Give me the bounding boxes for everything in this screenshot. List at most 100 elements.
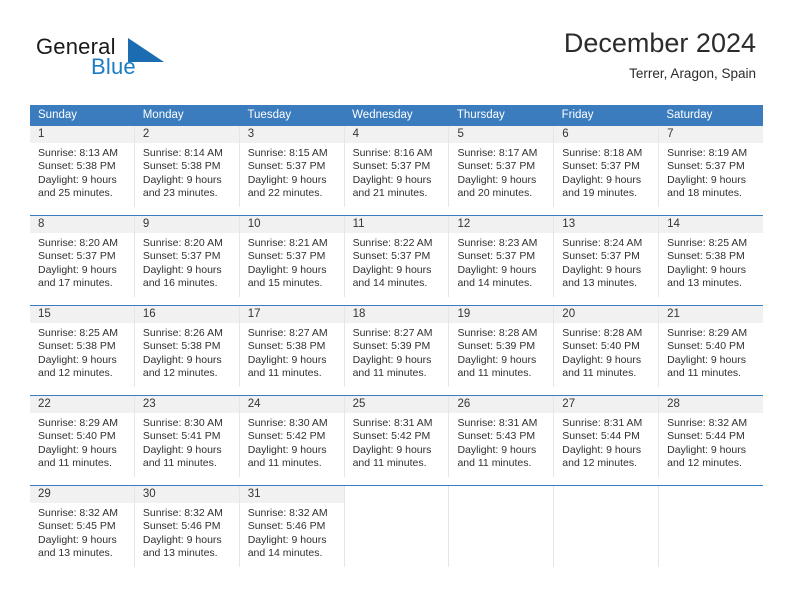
daylight-text-line1: Daylight: 9 hours xyxy=(352,173,432,186)
sunset-text: Sunset: 5:39 PM xyxy=(352,340,431,353)
daylight-text-line2: and 11 minutes. xyxy=(142,457,217,470)
day-number-band xyxy=(449,486,553,503)
day-detail-body xyxy=(345,503,449,507)
daylight-text-line1: Daylight: 9 hours xyxy=(38,533,117,546)
calendar-day-cell[interactable]: 1 Sunrise: 8:13 AM Sunset: 5:38 PM Daylight… xyxy=(30,126,135,207)
daylight-text-line2: and 11 minutes. xyxy=(457,457,532,470)
calendar-day-cell[interactable]: 16 Sunrise: 8:26 AM Sunset: 5:38 PM Dayligh… xyxy=(134,306,240,387)
calendar-day-cell[interactable]: 2 Sunrise: 8:14 AM Sunset: 5:38 PM Daylight… xyxy=(134,126,240,207)
calendar-day-cell[interactable]: 6 Sunrise: 8:18 AM Sunset: 5:37 PM Daylight… xyxy=(554,126,660,207)
calendar-day-cell[interactable]: 8 Sunrise: 8:20 AM Sunset: 5:37 PM Daylight… xyxy=(30,216,135,297)
calendar-day-cell[interactable]: 29 Sunrise: 8:32 AM Sunset: 5:45 PM Dayligh… xyxy=(30,486,135,567)
daylight-text-line2: and 23 minutes. xyxy=(142,187,218,200)
calendar-day-cell[interactable]: 9 Sunrise: 8:20 AM Sunset: 5:37 PM Daylight… xyxy=(134,216,240,297)
day-number: 30 xyxy=(142,488,156,500)
daylight-text-line1: Daylight: 9 hours xyxy=(247,173,327,186)
sunrise-text: Sunrise: 8:27 AM xyxy=(352,327,433,339)
calendar-day-cell[interactable]: 18 Sunrise: 8:27 AM Sunset: 5:39 PM Dayligh… xyxy=(344,306,450,387)
daylight-text-line2: and 13 minutes. xyxy=(562,277,638,290)
day-detail-body: Sunrise: 8:32 AM Sunset: 5:46 PM Daylight:… xyxy=(135,503,239,561)
sunrise-text: Sunrise: 8:31 AM xyxy=(457,417,538,429)
sunset-text: Sunset: 5:38 PM xyxy=(38,160,116,173)
day-number: 25 xyxy=(352,398,366,410)
page-title: December 2024 xyxy=(563,28,756,58)
day-number: 19 xyxy=(457,308,471,320)
calendar-day-cell[interactable]: 14 Sunrise: 8:25 AM Sunset: 5:38 PM Dayligh… xyxy=(659,216,764,297)
calendar-day-cell[interactable]: 5 Sunrise: 8:17 AM Sunset: 5:37 PM Daylight… xyxy=(449,126,555,207)
calendar-day-cell-empty xyxy=(554,486,660,567)
day-detail-body: Sunrise: 8:30 AM Sunset: 5:41 PM Daylight:… xyxy=(135,413,239,471)
sunrise-text: Sunrise: 8:16 AM xyxy=(352,147,433,159)
calendar-day-cell[interactable]: 25 Sunrise: 8:31 AM Sunset: 5:42 PM Dayligh… xyxy=(344,396,450,477)
day-number: 7 xyxy=(667,128,674,140)
day-detail-body: Sunrise: 8:28 AM Sunset: 5:39 PM Daylight:… xyxy=(449,323,553,381)
sunset-text: Sunset: 5:44 PM xyxy=(562,430,640,443)
day-number: 5 xyxy=(457,128,464,140)
day-number: 12 xyxy=(457,218,471,230)
calendar-weeks: 1 Sunrise: 8:13 AM Sunset: 5:38 PM Daylight… xyxy=(30,126,764,567)
calendar-day-cell[interactable]: 22 Sunrise: 8:29 AM Sunset: 5:40 PM Dayligh… xyxy=(30,396,135,477)
calendar-day-cell[interactable]: 12 Sunrise: 8:23 AM Sunset: 5:37 PM Dayligh… xyxy=(449,216,555,297)
sunset-text: Sunset: 5:37 PM xyxy=(352,250,431,263)
sunrise-text: Sunrise: 8:31 AM xyxy=(562,417,643,429)
calendar-day-cell[interactable]: 24 Sunrise: 8:30 AM Sunset: 5:42 PM Dayligh… xyxy=(239,396,345,477)
calendar-day-cell[interactable]: 17 Sunrise: 8:27 AM Sunset: 5:38 PM Dayligh… xyxy=(239,306,345,387)
day-number: 20 xyxy=(562,308,576,320)
calendar-day-cell[interactable]: 21 Sunrise: 8:29 AM Sunset: 5:40 PM Dayligh… xyxy=(659,306,764,387)
calendar-day-cell[interactable]: 19 Sunrise: 8:28 AM Sunset: 5:39 PM Dayligh… xyxy=(449,306,555,387)
calendar-day-cell[interactable]: 30 Sunrise: 8:32 AM Sunset: 5:46 PM Dayligh… xyxy=(134,486,240,567)
daylight-text-line1: Daylight: 9 hours xyxy=(247,533,327,546)
sunset-text: Sunset: 5:40 PM xyxy=(562,340,640,353)
calendar-day-cell[interactable]: 20 Sunrise: 8:28 AM Sunset: 5:40 PM Dayligh… xyxy=(554,306,660,387)
daylight-text-line2: and 12 minutes. xyxy=(142,367,218,380)
calendar-day-cell[interactable]: 15 Sunrise: 8:25 AM Sunset: 5:38 PM Dayligh… xyxy=(30,306,135,387)
day-number: 13 xyxy=(562,218,576,230)
day-detail-body: Sunrise: 8:29 AM Sunset: 5:40 PM Daylight:… xyxy=(659,323,763,381)
day-number-band: 12 xyxy=(449,216,554,233)
sunset-text: Sunset: 5:46 PM xyxy=(142,520,221,533)
day-detail-body xyxy=(449,503,553,507)
daylight-text-line2: and 12 minutes. xyxy=(38,367,113,380)
daylight-text-line2: and 18 minutes. xyxy=(667,187,742,200)
sunrise-text: Sunrise: 8:32 AM xyxy=(667,417,748,429)
day-number: 31 xyxy=(247,488,261,500)
day-number: 21 xyxy=(667,308,680,320)
daylight-text-line2: and 12 minutes. xyxy=(562,457,638,470)
calendar-day-cell[interactable]: 13 Sunrise: 8:24 AM Sunset: 5:37 PM Dayligh… xyxy=(554,216,660,297)
calendar-day-cell-empty xyxy=(449,486,555,567)
calendar-day-cell[interactable]: 23 Sunrise: 8:30 AM Sunset: 5:41 PM Dayligh… xyxy=(134,396,240,477)
day-detail-body: Sunrise: 8:19 AM Sunset: 5:37 PM Daylight:… xyxy=(659,143,763,201)
calendar-day-cell[interactable]: 26 Sunrise: 8:31 AM Sunset: 5:43 PM Dayligh… xyxy=(449,396,555,477)
daylight-text-line2: and 20 minutes. xyxy=(457,187,533,200)
daylight-text-line2: and 13 minutes. xyxy=(38,547,113,560)
general-blue-logo[interactable]: General Blue xyxy=(36,34,236,86)
calendar-day-cell[interactable]: 31 Sunrise: 8:32 AM Sunset: 5:46 PM Dayligh… xyxy=(239,486,345,567)
daylight-text-line2: and 21 minutes. xyxy=(352,187,428,200)
calendar-day-cell-empty xyxy=(345,486,450,567)
calendar-day-cell[interactable]: 3 Sunrise: 8:15 AM Sunset: 5:37 PM Daylight… xyxy=(239,126,345,207)
sunrise-text: Sunrise: 8:32 AM xyxy=(247,507,328,519)
sunrise-text: Sunrise: 8:24 AM xyxy=(562,237,643,249)
calendar-day-cell[interactable]: 7 Sunrise: 8:19 AM Sunset: 5:37 PM Daylight… xyxy=(659,126,764,207)
daylight-text-line2: and 11 minutes. xyxy=(352,457,427,470)
sunrise-text: Sunrise: 8:21 AM xyxy=(247,237,328,249)
day-detail-body: Sunrise: 8:25 AM Sunset: 5:38 PM Daylight:… xyxy=(30,323,134,381)
day-detail-body: Sunrise: 8:29 AM Sunset: 5:40 PM Daylight:… xyxy=(30,413,134,471)
calendar-week-row: 22 Sunrise: 8:29 AM Sunset: 5:40 PM Dayligh… xyxy=(30,395,764,477)
calendar-day-cell[interactable]: 11 Sunrise: 8:22 AM Sunset: 5:37 PM Dayligh… xyxy=(344,216,450,297)
day-number: 22 xyxy=(38,398,51,410)
day-number-band: 18 xyxy=(344,306,449,323)
calendar-day-cell[interactable]: 10 Sunrise: 8:21 AM Sunset: 5:37 PM Dayligh… xyxy=(239,216,345,297)
day-detail-body: Sunrise: 8:21 AM Sunset: 5:37 PM Daylight:… xyxy=(240,233,344,291)
daylight-text-line1: Daylight: 9 hours xyxy=(457,353,537,366)
daylight-text-line1: Daylight: 9 hours xyxy=(247,443,327,456)
day-number-band: 23 xyxy=(134,396,239,413)
sunset-text: Sunset: 5:42 PM xyxy=(352,430,431,443)
calendar-day-cell[interactable]: 28 Sunrise: 8:32 AM Sunset: 5:44 PM Dayligh… xyxy=(659,396,764,477)
daylight-text-line1: Daylight: 9 hours xyxy=(667,353,746,366)
day-number: 16 xyxy=(142,308,156,320)
day-detail-body: Sunrise: 8:22 AM Sunset: 5:37 PM Daylight:… xyxy=(345,233,449,291)
calendar-day-cell[interactable]: 27 Sunrise: 8:31 AM Sunset: 5:44 PM Dayligh… xyxy=(554,396,660,477)
calendar-day-cell[interactable]: 4 Sunrise: 8:16 AM Sunset: 5:37 PM Daylight… xyxy=(344,126,450,207)
day-number-band: 8 xyxy=(30,216,134,233)
